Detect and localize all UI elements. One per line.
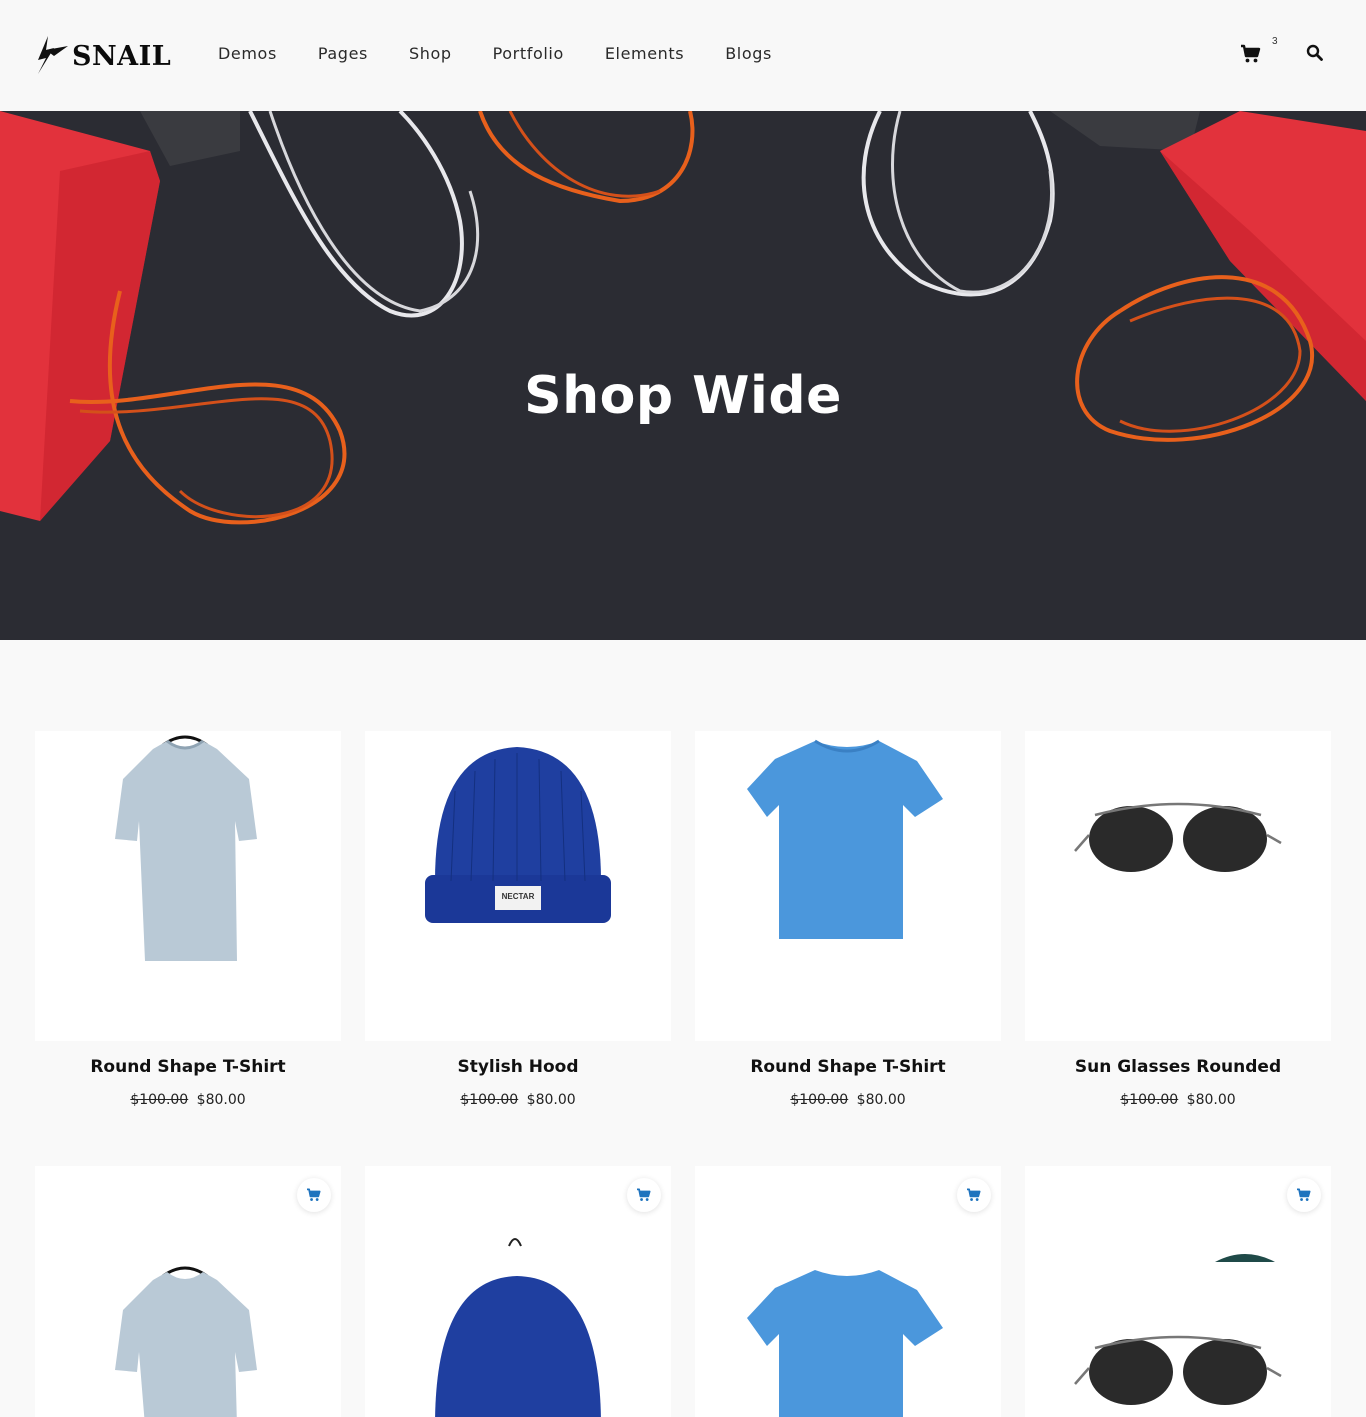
old-price: $100.00 [1120, 1092, 1179, 1108]
old-price: $100.00 [130, 1092, 189, 1108]
main-nav: Demos Pages Shop Portfolio Elements Blog… [218, 44, 772, 63]
product-card[interactable] [365, 1166, 671, 1417]
product-price: $100.00 $80.00 [695, 1092, 1001, 1108]
product-title[interactable]: Stylish Hood [365, 1057, 671, 1077]
search-button[interactable] [1306, 44, 1326, 64]
nav-blogs[interactable]: Blogs [725, 44, 772, 63]
sunglasses-image [1074, 1254, 1282, 1405]
product-price: $100.00 $80.00 [35, 1092, 341, 1108]
blue-beanie-image [435, 1238, 601, 1417]
product-card[interactable] [695, 1166, 1001, 1417]
cart-count-badge: 3 [1272, 36, 1278, 47]
search-icon [1306, 44, 1323, 61]
blue-tshirt-image [747, 739, 943, 939]
add-to-cart-icon [637, 1188, 651, 1201]
nav-demos[interactable]: Demos [218, 44, 277, 63]
old-price: $100.00 [460, 1092, 519, 1108]
product-title[interactable]: Round Shape T-Shirt [695, 1057, 1001, 1077]
old-price: $100.00 [790, 1092, 849, 1108]
add-to-cart-icon [1297, 1188, 1311, 1201]
blue-tshirt-image [747, 1270, 943, 1417]
hero-banner: Shop Wide [0, 111, 1366, 640]
product-price: $100.00 $80.00 [1025, 1092, 1331, 1108]
sunglasses-image [1074, 802, 1282, 872]
grey-tshirt-image [115, 735, 257, 961]
lightning-icon [38, 36, 68, 74]
product-image[interactable] [35, 731, 341, 1041]
beanie-tag-text: NECTAR [501, 892, 535, 901]
brand-logo[interactable]: SNAIL [34, 34, 171, 76]
product-card[interactable] [35, 1166, 341, 1417]
nav-portfolio[interactable]: Portfolio [493, 44, 564, 63]
brand-name: SNAIL [72, 41, 172, 72]
add-to-cart-button[interactable] [1287, 1178, 1321, 1212]
product-image[interactable] [1025, 731, 1331, 1041]
cart-icon [1241, 44, 1261, 63]
add-to-cart-button[interactable] [627, 1178, 661, 1212]
product-price: $100.00 $80.00 [365, 1092, 671, 1108]
blue-beanie-image [425, 747, 611, 923]
site-header: SNAIL Demos Pages Shop Portfolio Element… [0, 0, 1366, 111]
grey-tshirt-image [115, 1266, 257, 1417]
add-to-cart-icon [967, 1188, 981, 1201]
sale-price: $80.00 [526, 1092, 576, 1108]
add-to-cart-icon [307, 1188, 321, 1201]
sale-price: $80.00 [1186, 1092, 1236, 1108]
add-to-cart-button[interactable] [957, 1178, 991, 1212]
sale-price: $80.00 [196, 1092, 246, 1108]
product-card[interactable] [1025, 1166, 1331, 1417]
product-image[interactable]: NECTAR [365, 731, 671, 1041]
product-title[interactable]: Round Shape T-Shirt [35, 1057, 341, 1077]
product-image[interactable] [695, 731, 1001, 1041]
sale-price: $80.00 [856, 1092, 906, 1108]
nav-pages[interactable]: Pages [318, 44, 368, 63]
product-title[interactable]: Sun Glasses Rounded [1025, 1057, 1331, 1077]
hero-title: Shop Wide [524, 366, 842, 426]
add-to-cart-button[interactable] [297, 1178, 331, 1212]
nav-elements[interactable]: Elements [605, 44, 684, 63]
cart-button[interactable] [1240, 44, 1264, 66]
nav-shop[interactable]: Shop [409, 44, 452, 63]
